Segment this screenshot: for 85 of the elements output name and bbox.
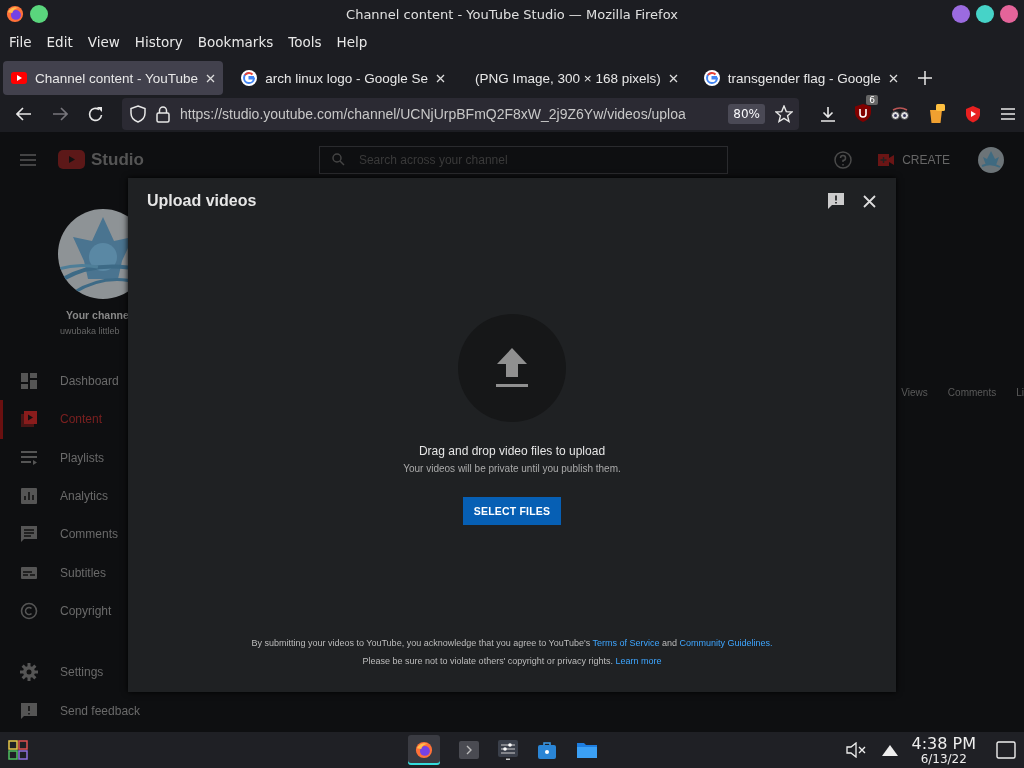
feedback-icon xyxy=(20,701,38,720)
sidebar-item[interactable]: Comments xyxy=(0,515,118,554)
window-title: Channel content - YouTube Studio — Mozilla Firefox xyxy=(345,6,679,22)
browser-tab[interactable]: Channel content - YouTube xyxy=(3,61,224,95)
feedback-icon[interactable] xyxy=(827,192,845,210)
sidebar-item[interactable]: Settings xyxy=(0,653,104,692)
forward-button[interactable] xyxy=(52,107,68,121)
count-badge: 6 xyxy=(866,94,878,105)
close-icon[interactable] xyxy=(206,73,216,83)
firefox-icon xyxy=(6,5,24,23)
playlist-icon xyxy=(20,448,38,467)
mixer-icon[interactable] xyxy=(498,740,518,760)
reload-button[interactable] xyxy=(88,106,104,122)
channel-title: Your channe xyxy=(66,309,128,321)
browser-tab[interactable]: (PNG Image, 300 × 168 pixels) xyxy=(463,61,686,95)
privacy-note: Your videos will be private until you publish them. xyxy=(403,463,621,474)
keep-above-button[interactable] xyxy=(30,5,48,23)
folder-icon[interactable] xyxy=(576,741,598,759)
sidebar-item[interactable]: Dashboard xyxy=(0,362,119,401)
close-icon[interactable] xyxy=(436,73,445,83)
shield-icon[interactable] xyxy=(854,102,872,123)
google-icon xyxy=(241,70,258,86)
shield-icon[interactable] xyxy=(130,105,146,123)
create-button[interactable]: CREATE xyxy=(878,152,950,167)
shopping-bag-icon[interactable] xyxy=(537,740,557,760)
show-desktop-icon[interactable] xyxy=(996,741,1016,759)
sidebar-item[interactable]: Playlists xyxy=(0,438,104,477)
app-launcher-icon[interactable] xyxy=(8,740,28,760)
play-icon xyxy=(20,410,38,429)
close-icon[interactable] xyxy=(863,194,876,208)
search-icon xyxy=(331,153,345,166)
arrow-up-icon[interactable] xyxy=(881,744,898,756)
legal-text: By submitting your videos to YouTube, you acknowledge that you agree to YouTube's Terms of Service and Community Guidelines. xyxy=(251,638,773,648)
link[interactable]: Community Guidelines. xyxy=(679,638,773,648)
sidebar-item[interactable]: Copyright xyxy=(0,591,112,631)
bar-chart-icon xyxy=(20,487,38,506)
lock-icon[interactable] xyxy=(156,105,170,123)
browser-tab[interactable]: transgender flag - Google xyxy=(695,61,906,95)
settings-icon xyxy=(20,663,38,682)
link[interactable]: Terms of Service xyxy=(592,638,660,648)
firefox-icon xyxy=(415,741,433,759)
dashboard-icon xyxy=(20,372,38,391)
copyright-icon xyxy=(20,601,38,620)
terminal-icon[interactable] xyxy=(459,741,479,759)
menu-item[interactable]: History xyxy=(127,31,190,53)
taskbar-button[interactable] xyxy=(408,735,440,765)
play-icon[interactable] xyxy=(964,105,982,123)
sidebar-item[interactable]: Subtitles xyxy=(0,553,107,592)
menu-item[interactable]: File xyxy=(2,31,39,53)
zoom-button[interactable]: 80% xyxy=(728,104,765,124)
google-icon xyxy=(703,70,720,86)
menu-item[interactable]: Help xyxy=(329,31,375,53)
close-icon[interactable] xyxy=(888,73,898,83)
browser-tab[interactable]: arch linux logo - Google Se xyxy=(233,61,453,95)
sidebar-item[interactable]: Analytics xyxy=(0,476,109,516)
upload-heading: Drag and drop video files to upload xyxy=(418,444,606,458)
play-icon xyxy=(11,72,27,84)
plus-icon[interactable] xyxy=(917,71,932,85)
close-button[interactable] xyxy=(1000,5,1018,23)
close-icon[interactable] xyxy=(668,73,678,83)
download-icon[interactable] xyxy=(820,106,836,122)
menu-item[interactable]: Tools xyxy=(281,31,329,53)
play-icon xyxy=(58,150,85,169)
menu-item[interactable]: View xyxy=(80,31,127,53)
logo-text: Studio xyxy=(91,149,144,170)
muted-speaker-icon[interactable] xyxy=(845,742,868,758)
clock[interactable]: 4:38 PM 6/13/22 xyxy=(911,735,976,765)
cup-icon[interactable] xyxy=(928,104,946,124)
channel-name: uwubaka littleb xyxy=(60,326,121,336)
address-bar[interactable]: https://studio.youtube.com/channel/UCNjUrpBFmQ2F8xW_2j9Z6Yw/videos/uploa 80% xyxy=(122,98,799,130)
camera-icon xyxy=(878,153,895,166)
sidebar-item[interactable]: Send feedback xyxy=(0,691,141,730)
upload-icon[interactable] xyxy=(495,347,529,389)
glasses-icon[interactable] xyxy=(890,107,910,121)
comment-icon xyxy=(20,525,38,544)
select-files-button[interactable]: SELECT FILES xyxy=(463,497,561,525)
dialog-title: Upload videos xyxy=(147,192,258,210)
link[interactable]: Learn more xyxy=(615,656,662,666)
menu-item[interactable]: Edit xyxy=(39,31,80,53)
legal-text: Please be sure not to violate others' copyright or privacy rights. Learn more xyxy=(362,656,662,666)
menu-item[interactable]: Bookmarks xyxy=(190,31,281,53)
minimize-button[interactable] xyxy=(952,5,970,23)
maximize-button[interactable] xyxy=(976,5,994,23)
star-icon[interactable] xyxy=(775,105,793,123)
back-button[interactable] xyxy=(16,107,32,121)
